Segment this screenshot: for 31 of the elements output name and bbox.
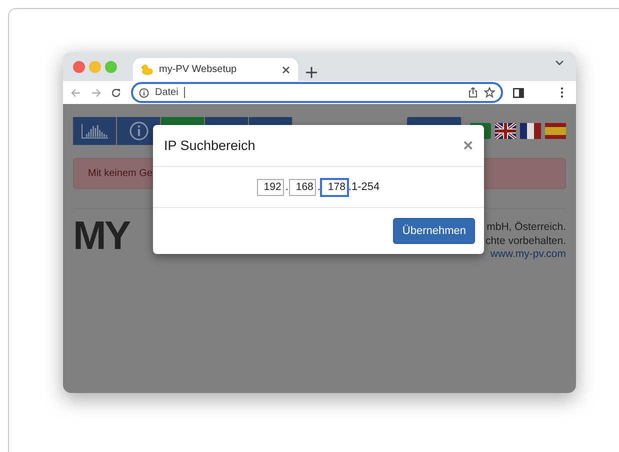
dialog-title: IP Suchbereich xyxy=(164,138,256,153)
new-tab-icon[interactable] xyxy=(306,67,317,78)
close-window-button[interactable] xyxy=(73,60,85,72)
chart-button[interactable] xyxy=(73,117,117,145)
duck-icon xyxy=(141,64,153,75)
bar-chart-icon xyxy=(80,123,108,139)
info-icon xyxy=(139,88,149,98)
flag-icon[interactable] xyxy=(495,123,516,139)
address-bar[interactable]: Datei xyxy=(131,82,503,103)
flag-icon[interactable] xyxy=(520,123,541,139)
sidebar-icon[interactable] xyxy=(513,88,524,98)
separator-text: . xyxy=(317,181,320,193)
ip-octet-field[interactable]: 178 xyxy=(321,178,348,196)
alert-text: Mit keinem Ge xyxy=(88,168,152,179)
address-label: Datei xyxy=(155,87,178,98)
share-icon[interactable] xyxy=(468,87,478,98)
range-text: .1-254 xyxy=(348,181,380,193)
ip-octet-field[interactable]: 192 xyxy=(257,178,284,196)
close-icon[interactable] xyxy=(282,66,290,74)
reload-icon[interactable] xyxy=(111,88,121,98)
star-icon[interactable] xyxy=(484,87,495,98)
browser-tab[interactable]: my-PV Websetup xyxy=(133,58,298,81)
logo: MY xyxy=(73,221,129,260)
apply-button[interactable]: Übernehmen xyxy=(393,218,475,244)
info-icon xyxy=(128,121,148,141)
footer-text: mbH, Österreich. xyxy=(486,221,566,234)
chevron-down-icon[interactable] xyxy=(555,60,564,66)
ip-octet-field[interactable]: 168 xyxy=(289,178,316,196)
footer-text: chte vorbehalten. xyxy=(485,234,566,248)
separator-text: . xyxy=(285,181,288,193)
close-button[interactable]: × xyxy=(463,136,473,156)
